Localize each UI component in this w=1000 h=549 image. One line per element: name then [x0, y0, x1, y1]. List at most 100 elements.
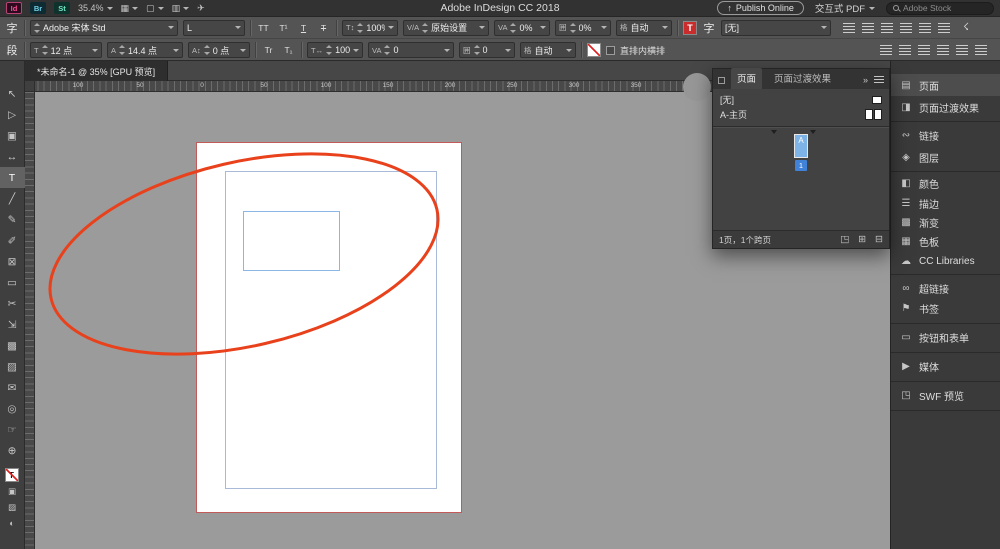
stepper-icon[interactable]	[42, 45, 48, 55]
indesign-app-icon[interactable]: Id	[6, 2, 22, 14]
rectangle-frame-tool[interactable]: ⊠	[0, 251, 25, 272]
font-family-select[interactable]: Adobe 宋体 Std	[30, 20, 178, 36]
dock-item-page-transitions[interactable]: ◨页面过渡效果	[891, 96, 1000, 118]
vertical-scale-field[interactable]: T↕ 100%	[342, 20, 398, 36]
dock-item-buttons-forms[interactable]: ▭按钮和表单	[891, 328, 1000, 348]
hand-tool[interactable]: ☞	[0, 419, 25, 440]
stroke-color-none-swatch[interactable]	[587, 43, 601, 57]
stepper-icon[interactable]	[326, 45, 332, 55]
selection-tool[interactable]: ↖	[0, 83, 25, 104]
underline-button[interactable]: T	[296, 20, 311, 36]
master-a-row[interactable]: A-主页	[713, 107, 889, 122]
stepper-icon[interactable]	[570, 23, 576, 33]
dock-item-pages[interactable]: ▤页面	[891, 74, 1000, 96]
publish-online-button[interactable]: ↑ Publish Online	[717, 1, 804, 15]
align-left-icon[interactable]	[843, 23, 855, 33]
proportional-spacing-field[interactable]: 囲 0%	[555, 20, 611, 36]
space-after-icon[interactable]	[956, 45, 968, 55]
direct-selection-tool[interactable]: ▷	[0, 104, 25, 125]
strikethrough-button[interactable]: T	[316, 20, 331, 36]
bridge-icon[interactable]: Br	[30, 2, 46, 14]
gradient-feather-tool[interactable]: ▨	[0, 356, 25, 377]
character-spacing-field[interactable]: VA 0	[368, 42, 454, 58]
fill-stroke-swatch[interactable]: T	[5, 468, 20, 483]
justify-left-icon[interactable]	[900, 23, 912, 33]
scissors-tool[interactable]: ✂	[0, 293, 25, 314]
dock-item-gradient[interactable]: ▩渐变	[891, 213, 1000, 232]
screen-mode-button[interactable]: ◐	[0, 515, 25, 531]
dock-item-hyperlinks[interactable]: ∞超链接	[891, 279, 1000, 299]
stepper-icon[interactable]	[357, 23, 363, 33]
dock-item-cc-libraries[interactable]: ☁CC Libraries	[891, 252, 1000, 271]
space-before-icon[interactable]	[937, 45, 949, 55]
document-tab[interactable]: *未命名-1 @ 35% [GPU 预览]	[25, 61, 168, 81]
note-tool[interactable]: ✉	[0, 377, 25, 398]
first-line-indent-icon[interactable]	[880, 45, 892, 55]
gpu-performance-icon[interactable]: ☇	[963, 22, 969, 33]
master-none-row[interactable]: [无]	[713, 92, 889, 107]
tab-pages[interactable]: 页面	[731, 68, 762, 89]
kerning-field[interactable]: V/A 原始设置	[403, 20, 489, 36]
stepper-icon[interactable]	[422, 23, 428, 33]
empty-graphic-frame[interactable]	[243, 211, 340, 271]
subscript-button[interactable]: T₁	[281, 42, 296, 58]
pencil-tool[interactable]: ✐	[0, 230, 25, 251]
superscript-button[interactable]: T¹	[276, 20, 291, 36]
left-indent-icon[interactable]	[899, 45, 911, 55]
free-transform-tool[interactable]: ⇲	[0, 314, 25, 335]
baseline-shift-field[interactable]: A↕ 0 点	[188, 42, 250, 58]
workspace-select[interactable]: 交互式 PDF	[815, 1, 875, 15]
dock-item-stroke[interactable]: ☰描边	[891, 193, 1000, 212]
zoom-tool[interactable]: ⊕	[0, 440, 25, 461]
grid-amount-field[interactable]: 格 自动	[616, 20, 672, 36]
formatting-affects-container-button[interactable]: ▣	[0, 483, 25, 499]
page-tool[interactable]: ▣	[0, 125, 25, 146]
eyedropper-tool[interactable]: ◎	[0, 398, 25, 419]
dock-item-links[interactable]: ∾链接	[891, 124, 1000, 146]
dock-item-media[interactable]: ▶媒体	[891, 357, 1000, 377]
delete-page-icon[interactable]: ⊟	[875, 234, 883, 245]
page-1-thumbnail[interactable]: A	[794, 134, 808, 158]
character-formatting-icon[interactable]: 字	[5, 20, 19, 36]
ruler-origin-corner[interactable]	[25, 81, 35, 92]
stepper-icon[interactable]	[474, 45, 480, 55]
drop-cap-icon[interactable]	[975, 45, 987, 55]
stepper-icon[interactable]	[34, 23, 40, 33]
stock-icon[interactable]: St	[54, 2, 70, 14]
vertical-in-horizontal-checkbox[interactable]	[606, 46, 615, 55]
align-right-icon[interactable]	[881, 23, 893, 33]
view-options-menu[interactable]: ▦	[121, 3, 139, 14]
type-tool[interactable]: T	[0, 167, 25, 188]
pen-tool[interactable]: ✎	[0, 209, 25, 230]
line-tool[interactable]: ╱	[0, 188, 25, 209]
zoom-level-select[interactable]: 35.4%	[78, 3, 113, 13]
panel-menu-icon[interactable]	[874, 76, 884, 84]
font-style-select[interactable]: L	[183, 20, 245, 36]
dock-item-color[interactable]: ◧颜色	[891, 174, 1000, 193]
share-icon[interactable]: ✈	[197, 3, 205, 14]
character-color-swatch[interactable]: T	[683, 21, 697, 35]
paragraph-formatting-icon[interactable]: 段	[5, 42, 19, 58]
dock-item-swatches[interactable]: ▦色板	[891, 232, 1000, 251]
stock-search-input[interactable]	[903, 3, 987, 13]
arrange-documents-menu[interactable]: ▥	[172, 3, 190, 14]
stepper-icon[interactable]	[119, 45, 125, 55]
align-center-icon[interactable]	[862, 23, 874, 33]
stepper-icon[interactable]	[384, 45, 390, 55]
rectangle-tool[interactable]: ▭	[0, 272, 25, 293]
stock-search[interactable]	[886, 2, 994, 15]
new-page-icon[interactable]: ⊞	[858, 234, 866, 245]
gap-tool[interactable]: ↔	[0, 146, 25, 167]
tab-page-transitions[interactable]: 页面过渡效果	[768, 68, 837, 89]
pages-list[interactable]: A 1	[713, 127, 889, 211]
collapse-panel-icon[interactable]: »	[863, 75, 868, 85]
vertical-ruler[interactable]	[25, 92, 35, 549]
stepper-icon[interactable]	[204, 45, 210, 55]
character-style-select[interactable]: [无]	[721, 20, 831, 36]
aki-field[interactable]: 囲 0	[459, 42, 515, 58]
screen-mode-menu[interactable]: ▢	[146, 3, 164, 14]
dock-item-bookmarks[interactable]: ⚑书签	[891, 299, 1000, 319]
all-caps-button[interactable]: TT	[256, 20, 271, 36]
formatting-affects-text-button[interactable]: ▨	[0, 499, 25, 515]
edit-page-size-icon[interactable]: ◳	[840, 234, 849, 245]
